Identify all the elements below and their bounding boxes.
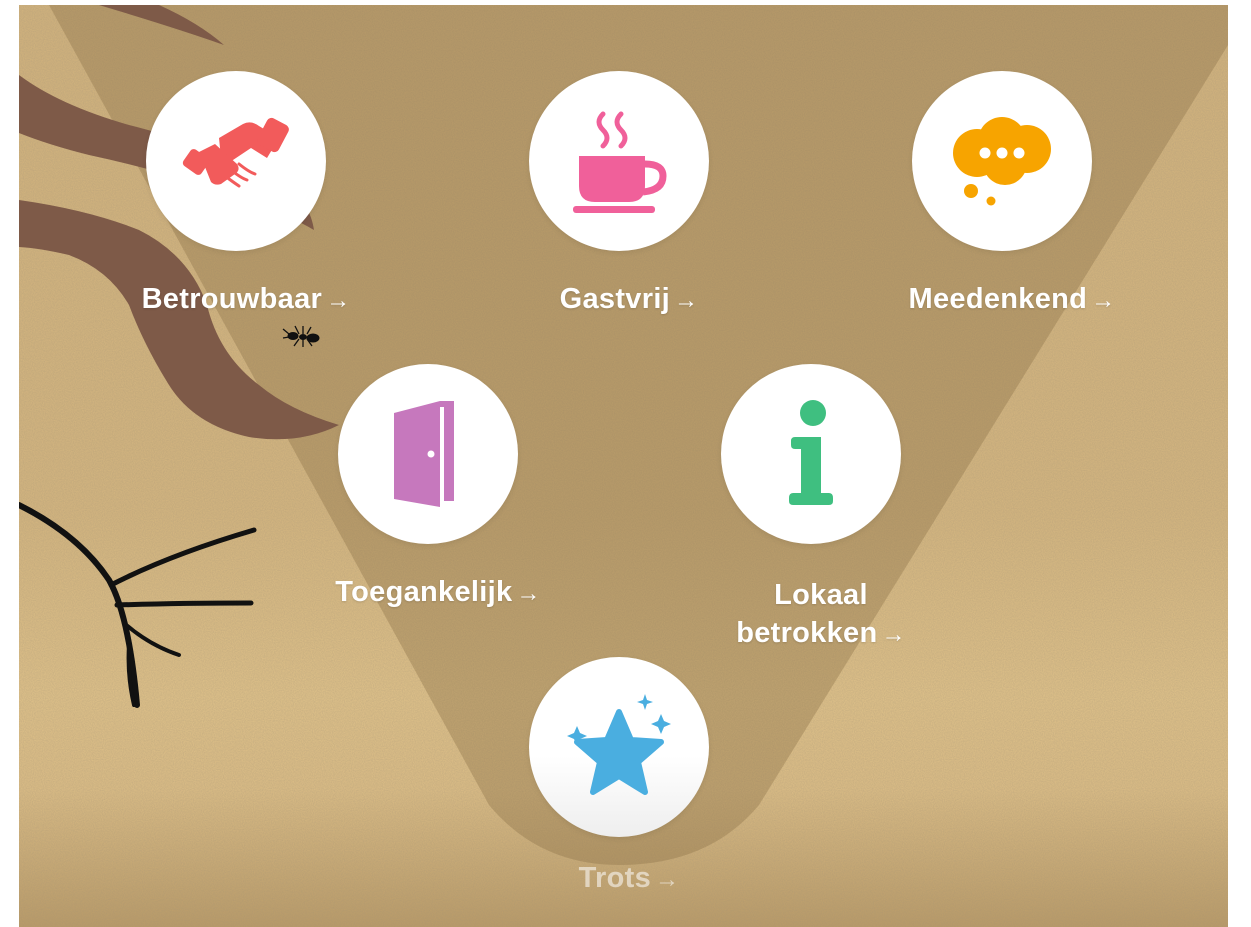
thought-bubble-icon [953, 117, 1051, 206]
value-lokaal-circle [721, 364, 901, 544]
value-lokaal-label-line1: Lokaal [774, 579, 868, 611]
value-toegankelijk-label-row: Toegankelijk → [308, 576, 568, 609]
value-toegankelijk-link[interactable]: Toegankelijk → [308, 364, 568, 624]
value-trots-link[interactable]: Trots → [499, 657, 759, 907]
value-lokaal-label-line2: betrokken [736, 617, 878, 649]
value-gastvrij-link[interactable]: Gastvrij → [499, 71, 759, 331]
value-meedenkend-circle [912, 71, 1092, 251]
open-door-icon [394, 401, 454, 507]
value-betrouwbaar-label: Betrouwbaar [141, 283, 323, 315]
value-meedenkend-link[interactable]: Meedenkend → [882, 71, 1142, 331]
value-trots-circle [529, 657, 709, 837]
value-lokaal-label-row: Lokaal betrokken → [691, 576, 951, 654]
arrow-right-icon: → [674, 287, 699, 314]
sparkling-star-icon [567, 694, 671, 795]
arrow-right-icon: → [326, 287, 351, 314]
value-trots-label-row: Trots → [499, 862, 759, 895]
value-meedenkend-label-row: Meedenkend → [882, 283, 1142, 316]
value-betrouwbaar-circle [146, 71, 326, 251]
value-betrouwbaar-label-row: Betrouwbaar → [116, 283, 376, 316]
handshake-icon [182, 117, 289, 188]
value-trots-label: Trots [578, 862, 652, 894]
value-gastvrij-label-row: Gastvrij → [499, 283, 759, 316]
value-toegankelijk-label: Toegankelijk [335, 576, 513, 608]
value-gastvrij-circle [529, 71, 709, 251]
info-icon [789, 400, 833, 505]
values-illustration: Betrouwbaar → Gastvrij → Meedenkend → To… [19, 5, 1228, 927]
value-lokaal-betrokken-link[interactable]: Lokaal betrokken → [691, 364, 951, 664]
arrow-right-icon: → [1091, 287, 1116, 314]
arrow-right-icon: → [655, 866, 680, 893]
arrow-right-icon: → [881, 621, 906, 648]
value-betrouwbaar-link[interactable]: Betrouwbaar → [116, 71, 376, 331]
value-toegankelijk-circle [338, 364, 518, 544]
coffee-cup-icon [573, 111, 667, 213]
arrow-right-icon: → [516, 580, 541, 607]
value-gastvrij-label: Gastvrij [559, 283, 671, 315]
value-meedenkend-label: Meedenkend [908, 283, 1088, 315]
